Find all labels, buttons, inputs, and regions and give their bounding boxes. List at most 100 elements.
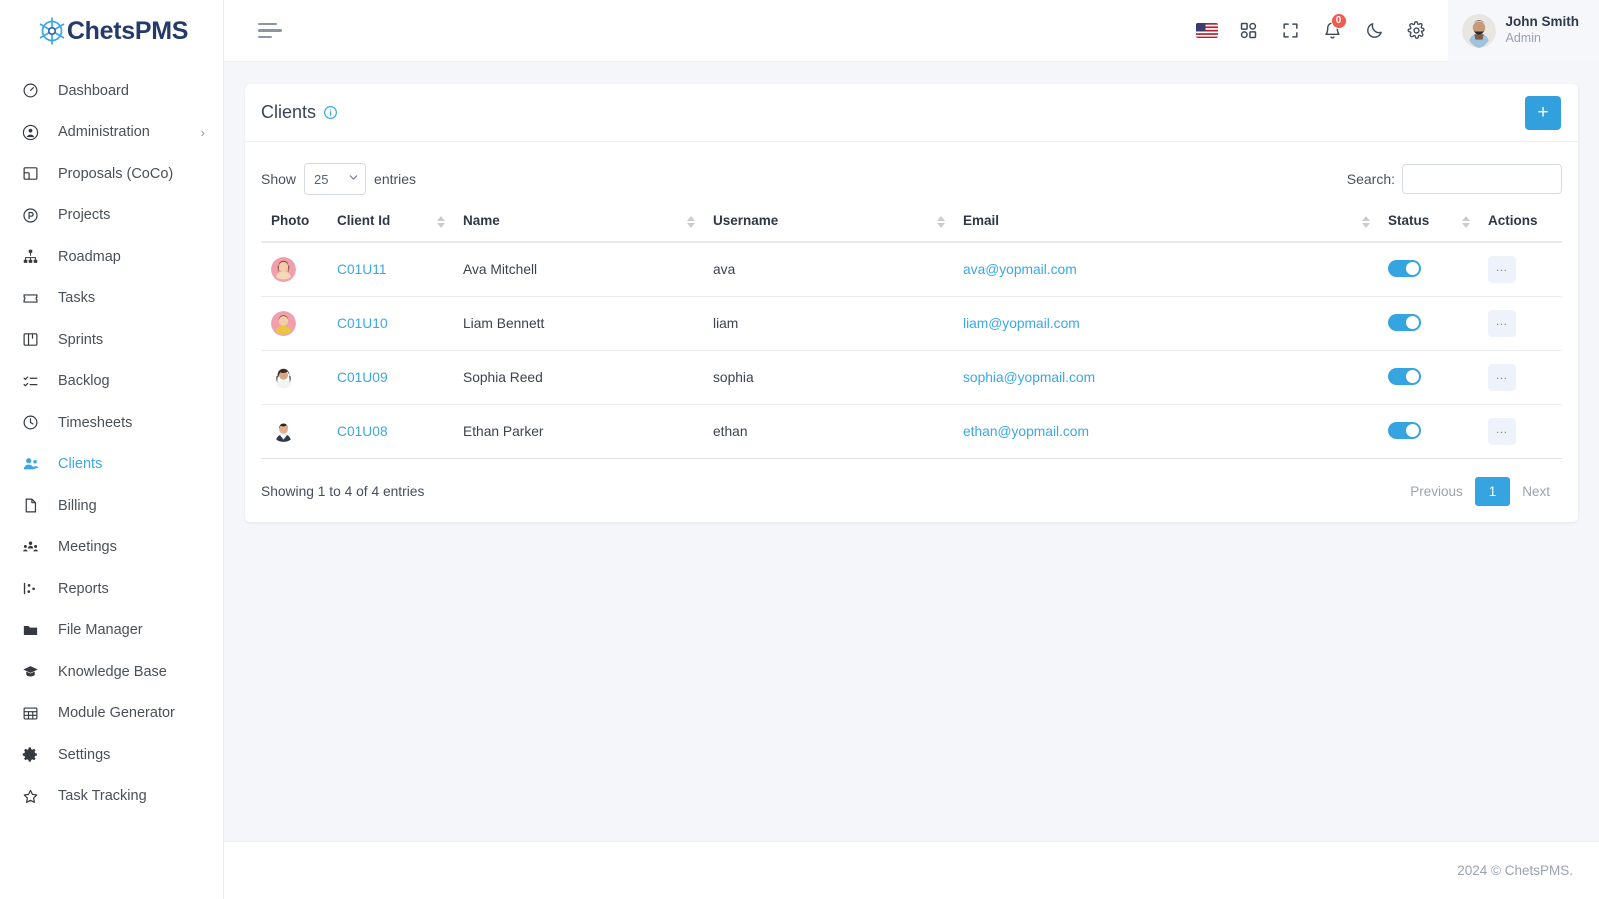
cell-name: Sophia Reed [453, 350, 703, 405]
fullscreen-icon[interactable] [1270, 0, 1312, 62]
sidebar-item-administration[interactable]: Administration › [0, 112, 223, 154]
clients-card: Clients + Show 25 entries Search: Photo … [245, 84, 1578, 522]
sidebar-item-roadmap[interactable]: Roadmap [0, 236, 223, 278]
search-input[interactable] [1402, 164, 1562, 194]
column-header-label: Username [713, 213, 779, 228]
cell-name: Liam Bennett [453, 296, 703, 351]
avatar [1461, 13, 1496, 48]
status-toggle[interactable] [1388, 259, 1421, 277]
row-actions-button[interactable]: … [1488, 310, 1516, 337]
profile-menu[interactable]: John Smith Admin [1447, 0, 1599, 62]
client-id-link[interactable]: C01U08 [337, 424, 388, 439]
email-link[interactable]: ethan@yopmail.com [963, 424, 1089, 439]
pagination-next[interactable]: Next [1510, 477, 1562, 506]
sidebar-item-label: Sprints [58, 331, 104, 348]
clients-table: Photo Client Id Name Username Email Stat… [261, 202, 1562, 459]
speedometer-icon [22, 82, 44, 100]
cell-photo [261, 404, 327, 459]
sidebar-item-settings[interactable]: Settings [0, 734, 223, 776]
page-length-control: Show 25 entries [261, 163, 416, 195]
sidebar-item-billing[interactable]: Billing [0, 485, 223, 527]
column-header-status[interactable]: Status [1378, 202, 1478, 243]
status-toggle[interactable] [1388, 421, 1421, 439]
sidebar-item-reports[interactable]: Reports [0, 568, 223, 610]
sitemap-icon [22, 248, 44, 266]
sidebar-item-sprints[interactable]: Sprints [0, 319, 223, 361]
cell-status [1378, 350, 1478, 405]
cell-client-id: C01U08 [327, 404, 453, 459]
client-id-link[interactable]: C01U09 [337, 370, 388, 385]
sidebar-item-task-tracking[interactable]: Task Tracking [0, 776, 223, 818]
sidebar-item-backlog[interactable]: Backlog [0, 361, 223, 403]
sidebar-item-label: Tasks [58, 290, 96, 307]
client-id-link[interactable]: C01U10 [337, 316, 388, 331]
graduation-cap-icon [22, 663, 44, 681]
p-circle-icon [22, 206, 44, 224]
column-header-client-id[interactable]: Client Id [327, 202, 453, 243]
sidebar-item-label: Dashboard [58, 82, 129, 99]
pagination-previous[interactable]: Previous [1398, 477, 1475, 506]
sidebar-item-label: Billing [58, 497, 97, 514]
notification-bell-icon[interactable]: 0 [1312, 0, 1354, 62]
cell-status [1378, 296, 1478, 351]
sidebar-item-meetings[interactable]: Meetings [0, 527, 223, 569]
add-client-button[interactable]: + [1525, 95, 1561, 130]
status-toggle[interactable] [1388, 313, 1421, 331]
sort-icon [937, 215, 945, 228]
main-area: 0 John Smith Admin Clients + Show 25 ent… [224, 0, 1599, 899]
email-link[interactable]: ava@yopmail.com [963, 262, 1077, 277]
language-flag-icon[interactable] [1186, 0, 1228, 62]
page-length-select[interactable]: 25 [304, 163, 367, 195]
dark-mode-moon-icon[interactable] [1354, 0, 1396, 62]
card-body: Show 25 entries Search: Photo Client Id … [245, 142, 1578, 522]
search-label: Search: [1346, 171, 1395, 187]
brand-logo-area[interactable]: ChetsPMS [0, 0, 223, 62]
info-circle-icon[interactable] [323, 105, 338, 120]
pagination-page-1[interactable]: 1 [1474, 477, 1511, 506]
sidebar-item-clients[interactable]: Clients [0, 444, 223, 486]
sidebar-nav: Dashboard Administration › Proposals (Co… [0, 62, 223, 817]
apps-grid-icon[interactable] [1228, 0, 1270, 62]
table-head: Photo Client Id Name Username Email Stat… [261, 202, 1562, 243]
entries-info: Showing 1 to 4 of 4 entries [261, 484, 425, 499]
sidebar-item-projects[interactable]: Projects [0, 195, 223, 237]
sidebar-item-label: Proposals (CoCo) [58, 165, 174, 182]
column-header-label: Email [963, 213, 1000, 228]
sidebar-item-knowledge-base[interactable]: Knowledge Base [0, 651, 223, 693]
card-header: Clients + [245, 84, 1578, 142]
sort-icon [687, 215, 695, 228]
sidebar-item-label: Projects [58, 207, 111, 224]
sidebar-item-timesheets[interactable]: Timesheets [0, 402, 223, 444]
client-id-link[interactable]: C01U11 [337, 262, 387, 277]
email-link[interactable]: sophia@yopmail.com [963, 370, 1095, 385]
cell-status [1378, 404, 1478, 459]
row-actions-button[interactable]: … [1488, 418, 1516, 445]
table-row: C01U08 Ethan Parker ethan ethan@yopmail.… [261, 404, 1562, 459]
sidebar-item-dashboard[interactable]: Dashboard [0, 70, 223, 112]
settings-gear-icon[interactable] [1396, 0, 1438, 62]
sidebar-item-module-generator[interactable]: Module Generator [0, 693, 223, 735]
sidebar-item-file-manager[interactable]: File Manager [0, 610, 223, 652]
profile-role: Admin [1505, 31, 1541, 46]
column-header-email[interactable]: Email [953, 202, 1378, 243]
column-header-username[interactable]: Username [703, 202, 953, 243]
status-toggle[interactable] [1388, 367, 1421, 385]
pagination: Previous 1 Next [1398, 477, 1562, 506]
hamburger-icon[interactable] [244, 17, 296, 45]
row-actions-button[interactable]: … [1488, 364, 1516, 391]
footer: 2024 © ChetsPMS. [224, 841, 1599, 899]
page-title: Clients [261, 102, 317, 122]
entries-label: entries [374, 171, 417, 187]
cell-email: liam@yopmail.com [953, 296, 1378, 351]
cell-username: ethan [703, 404, 953, 459]
app-root: ChetsPMS Dashboard Administration › Prop… [0, 0, 1599, 899]
column-header-name[interactable]: Name [453, 202, 703, 243]
brand-name: ChetsPMS [66, 16, 189, 45]
page-content: Clients + Show 25 entries Search: Photo … [224, 62, 1599, 841]
cell-name: Ava Mitchell [453, 242, 703, 297]
email-link[interactable]: liam@yopmail.com [963, 316, 1080, 331]
file-icon [22, 497, 44, 515]
sidebar-item-tasks[interactable]: Tasks [0, 278, 223, 320]
row-actions-button[interactable]: … [1488, 256, 1516, 283]
sidebar-item-proposals[interactable]: Proposals (CoCo) [0, 153, 223, 195]
